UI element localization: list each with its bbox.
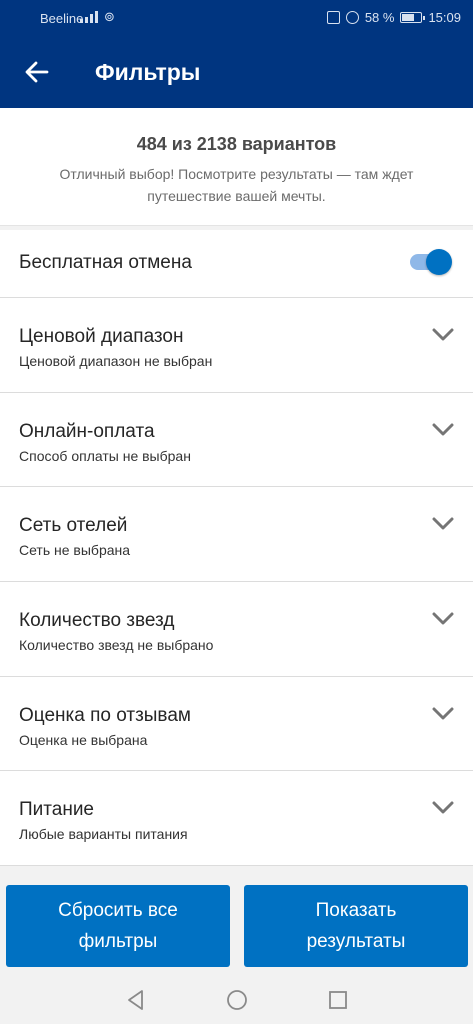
filter-subtitle: Ценовой диапазон не выбран	[19, 353, 213, 369]
filter-subtitle: Любые варианты питания	[19, 826, 188, 843]
filter-title: Онлайн-оплата	[19, 420, 155, 442]
results-summary: 484 из 2138 вариантов Отличный выбор! По…	[0, 108, 473, 226]
free-cancellation-row[interactable]: Бесплатная отмена	[0, 230, 473, 298]
battery-icon	[400, 12, 426, 23]
filters-list: Бесплатная отмена Ценовой диапазон Ценов…	[0, 230, 473, 867]
results-count: 484 из 2138 вариантов	[136, 134, 337, 154]
filter-meals[interactable]: Питание Любые варианты питания	[0, 771, 473, 867]
reset-filters-label: Сбросить все фильтры	[58, 900, 178, 952]
triangle-back-icon	[128, 990, 143, 1010]
filter-title: Ценовой диапазон	[19, 326, 184, 347]
chevron-down-icon	[432, 517, 454, 531]
filter-title: Оценка по отзывам	[19, 704, 191, 726]
nav-recents-button[interactable]	[326, 988, 350, 1012]
filter-price-range[interactable]: Ценовой диапазон Ценовой диапазон не выб…	[0, 298, 473, 393]
screen: Beeline ⊚ 58 % 15:09 Фильтры 484 из 2138…	[0, 0, 473, 1024]
action-bar: Сбросить все фильтры Показать результаты	[0, 875, 473, 975]
clock: 15:09	[428, 10, 461, 25]
filter-subtitle: Количество звезд не выбрано	[19, 637, 214, 654]
chevron-down-icon	[432, 801, 454, 815]
status-bar: Beeline ⊚ 58 % 15:09	[0, 0, 473, 35]
chevron-down-icon	[432, 423, 454, 437]
filter-title: Сеть отелей	[19, 515, 128, 537]
filter-star-rating[interactable]: Количество звезд Количество звезд не выб…	[0, 582, 473, 677]
filter-title: Питание	[19, 799, 94, 821]
summary-message: Отличный выбор! Посмотрите результаты — …	[59, 166, 414, 204]
back-button[interactable]	[22, 57, 52, 87]
show-results-button[interactable]: Показать результаты	[244, 885, 468, 967]
filter-subtitle: Оценка не выбрана	[19, 731, 148, 748]
nav-home-button[interactable]	[225, 988, 249, 1012]
reset-filters-button[interactable]: Сбросить все фильтры	[6, 885, 230, 967]
filter-subtitle: Способ оплаты не выбран	[19, 447, 191, 464]
circle-home-icon	[227, 990, 247, 1010]
carrier-name: Beeline	[40, 11, 84, 26]
filter-hotel-chain[interactable]: Сеть отелей Сеть не выбрана	[0, 487, 473, 583]
page-title: Фильтры	[95, 59, 201, 85]
arrow-left-icon	[25, 61, 49, 83]
square-recents-icon	[329, 991, 347, 1009]
app-bar: Фильтры	[0, 35, 473, 108]
chevron-down-icon	[432, 612, 454, 626]
signal-icon	[80, 11, 102, 23]
show-results-label: Показать результаты	[306, 900, 406, 952]
filter-online-payment[interactable]: Онлайн-оплата Способ оплаты не выбран	[0, 392, 473, 488]
nav-back-button[interactable]	[124, 988, 148, 1012]
battery-percent: 58 %	[364, 10, 395, 25]
alarm-icon	[345, 11, 359, 24]
system-nav-bar	[0, 975, 473, 1024]
free-cancellation-toggle[interactable]	[408, 248, 452, 276]
free-cancellation-label: Бесплатная отмена	[19, 252, 192, 273]
filter-subtitle: Сеть не выбрана	[19, 542, 131, 559]
chevron-down-icon	[432, 707, 454, 721]
nfc-icon	[326, 11, 340, 24]
filter-review-score[interactable]: Оценка по отзывам Оценка не выбрана	[0, 676, 473, 772]
chevron-down-icon	[432, 328, 454, 342]
hotspot-icon: ⊚	[104, 9, 115, 24]
filter-title: Количество звезд	[19, 610, 175, 632]
